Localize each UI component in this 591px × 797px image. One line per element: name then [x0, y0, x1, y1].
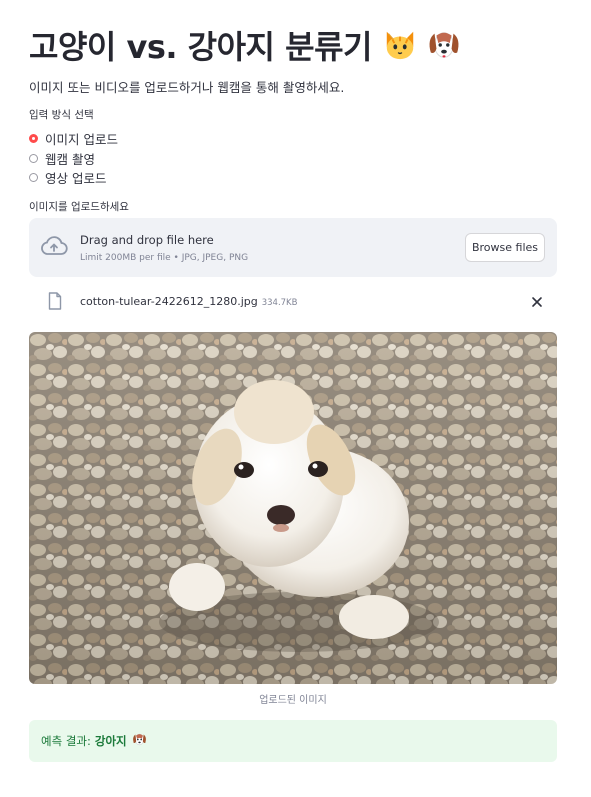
- result-prefix: 예측 결과:: [41, 734, 91, 748]
- dog-face-icon: [427, 28, 461, 70]
- radio-option-label: 웹캠 촬영: [45, 151, 95, 167]
- page-title: 고양이 vs. 강아지 분류기: [29, 22, 461, 70]
- prediction-result-alert: 예측 결과: 강아지: [29, 720, 557, 762]
- input-method-radio-group: 이미지 업로드 웹캠 촬영 영상 업로드: [29, 129, 118, 188]
- file-dropzone[interactable]: Drag and drop file here Limit 200MB per …: [29, 218, 557, 277]
- radio-option-video-upload[interactable]: 영상 업로드: [29, 168, 118, 188]
- radio-unselected-icon[interactable]: [29, 173, 38, 183]
- uploaded-image: [29, 332, 557, 684]
- radio-option-image-upload[interactable]: 이미지 업로드: [29, 129, 118, 149]
- cat-face-icon: [383, 28, 417, 70]
- result-value: 강아지: [94, 734, 127, 748]
- file-size: 334.7KB: [261, 298, 298, 308]
- dog-face-icon: [132, 732, 147, 750]
- uploaded-file-item: cotton-tulear-2422612_1280.jpg 334.7KB: [29, 287, 557, 315]
- uploaded-file-name: cotton-tulear-2422612_1280.jpg 334.7KB: [80, 295, 297, 308]
- remove-file-close-icon[interactable]: [531, 293, 543, 312]
- dropzone-limit: Limit 200MB per file • JPG, JPEG, PNG: [80, 253, 249, 263]
- file-name-text: cotton-tulear-2422612_1280.jpg: [80, 295, 258, 308]
- radio-option-label: 영상 업로드: [45, 171, 107, 187]
- radio-selected-icon[interactable]: [29, 134, 38, 144]
- page-description: 이미지 또는 비디오를 업로드하거나 웹캠을 통해 촬영하세요.: [29, 80, 345, 95]
- radio-option-webcam[interactable]: 웹캠 촬영: [29, 149, 118, 169]
- uploader-label: 이미지를 업로드하세요: [29, 201, 129, 213]
- input-method-label: 입력 방식 선택: [29, 109, 94, 121]
- dropzone-instructions: Drag and drop file here: [80, 233, 214, 247]
- cloud-upload-icon: [40, 235, 68, 261]
- file-icon: [48, 292, 62, 314]
- image-caption: 업로드된 이미지: [259, 695, 327, 706]
- page-title-text: 고양이 vs. 강아지 분류기: [29, 28, 372, 66]
- radio-option-label: 이미지 업로드: [45, 132, 118, 148]
- browse-files-button[interactable]: Browse files: [465, 233, 545, 262]
- radio-unselected-icon[interactable]: [29, 153, 38, 163]
